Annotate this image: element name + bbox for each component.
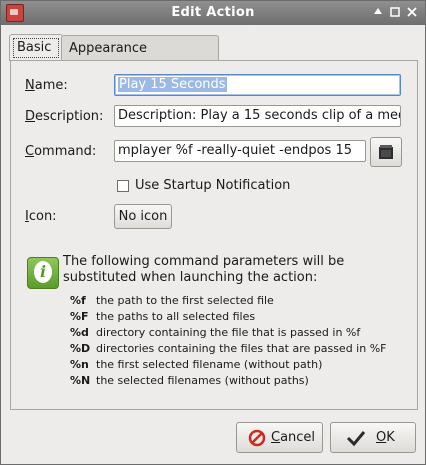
name-value: Play 15 Seconds — [118, 77, 227, 92]
tab-appearance-conditions[interactable]: Appearance Conditions — [61, 35, 219, 81]
info-text: The following command parameters will be… — [63, 254, 345, 285]
icon-button[interactable]: No icon — [114, 204, 172, 229]
parameter-row: %D directories containing the files that … — [70, 341, 386, 357]
tab-basic-label: Basic — [17, 40, 52, 55]
parameter-row: %d directory containing the file that is … — [70, 325, 386, 341]
checkmark-icon — [346, 431, 366, 447]
edit-action-dialog: Edit Action Basic Appearance Conditions … — [0, 0, 426, 465]
parameter-row: %F the paths to all selected files — [70, 309, 386, 325]
command-value: mplayer %f -really-quiet -endpos 15 — [118, 143, 352, 158]
tab-basic[interactable]: Basic — [9, 34, 63, 61]
parameter-desc: the path to the first selected file — [96, 294, 274, 307]
folder-browse-icon — [379, 145, 393, 159]
startup-notification-label[interactable]: Use Startup Notification — [135, 178, 290, 193]
parameter-row: %n the first selected filename (without p… — [70, 357, 386, 373]
cancel-icon — [248, 429, 266, 447]
parameter-desc: directory containing the file that is pa… — [96, 326, 361, 339]
parameter-row: %N the selected filenames (without paths) — [70, 373, 386, 389]
parameter-desc: the first selected filename (without pat… — [96, 358, 323, 371]
description-label: Description: — [25, 109, 104, 124]
close-icon — [407, 7, 417, 17]
parameter-desc: the paths to all selected files — [96, 310, 256, 323]
command-label: Command: — [25, 144, 97, 159]
icon-button-label: No icon — [118, 209, 168, 224]
description-field[interactable]: Description: Play a 15 seconds clip of a… — [114, 105, 401, 127]
parameter-code: %D — [70, 342, 91, 355]
cancel-label: Cancel — [271, 430, 316, 445]
close-button[interactable] — [405, 5, 419, 19]
parameters-list: %f the path to the first selected file %F… — [70, 293, 386, 389]
ok-label: OK — [376, 430, 395, 445]
icon-label: Icon: — [25, 209, 57, 224]
browse-command-button[interactable] — [370, 137, 402, 167]
name-field[interactable]: Play 15 Seconds — [114, 74, 401, 96]
startup-notification-checkbox[interactable] — [117, 180, 129, 192]
description-value: Description: Play a 15 seconds clip of a… — [118, 108, 401, 123]
parameter-code: %N — [70, 374, 91, 387]
shade-button[interactable] — [371, 5, 385, 19]
ok-button[interactable]: OK — [330, 422, 416, 453]
parameter-code: %F — [70, 310, 89, 323]
window-title: Edit Action — [171, 5, 255, 20]
parameter-row: %f the path to the first selected file — [70, 293, 386, 309]
maximize-button[interactable] — [388, 5, 402, 19]
maximize-icon — [390, 7, 400, 17]
parameter-code: %d — [70, 326, 89, 339]
info-icon: i — [27, 257, 59, 289]
title-bar[interactable]: Edit Action — [1, 1, 425, 25]
parameter-desc: directories containing the files that ar… — [96, 342, 387, 355]
name-label: Name: — [25, 78, 68, 93]
cancel-button[interactable]: Cancel — [236, 422, 323, 453]
arrow-up-icon — [374, 8, 382, 14]
parameter-desc: the selected filenames (without paths) — [96, 374, 309, 387]
command-field[interactable]: mplayer %f -really-quiet -endpos 15 — [114, 140, 366, 162]
parameter-code: %f — [70, 294, 86, 307]
parameter-code: %n — [70, 358, 89, 371]
